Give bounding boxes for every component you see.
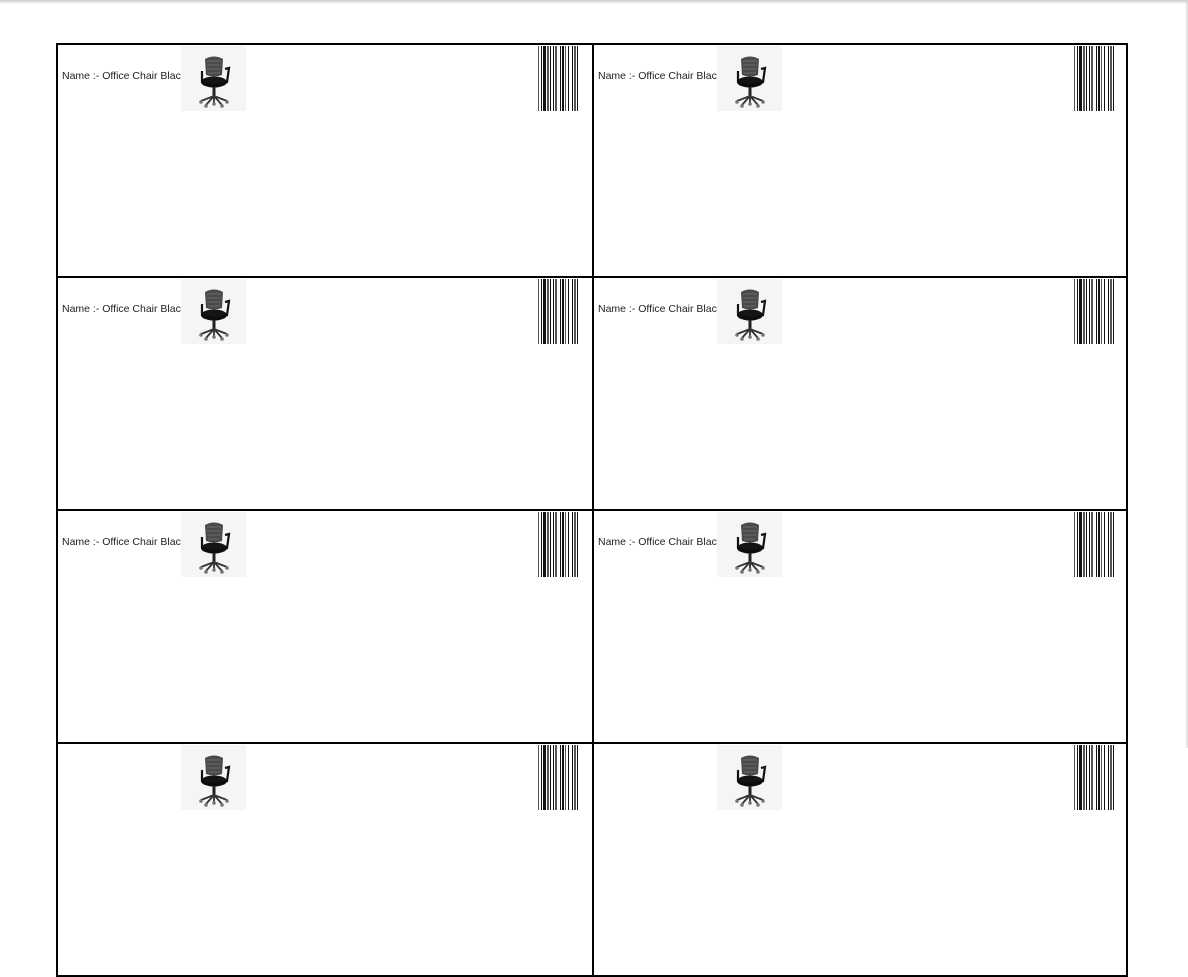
product-label bbox=[592, 742, 1128, 977]
office-chair-icon bbox=[181, 46, 246, 111]
office-chair-icon bbox=[717, 279, 782, 344]
barcode-icon bbox=[538, 46, 578, 111]
product-name: Name :- Office Chair Black bbox=[62, 70, 187, 82]
office-chair-icon bbox=[717, 512, 782, 577]
barcode-icon bbox=[1074, 512, 1114, 577]
office-chair-icon bbox=[181, 279, 246, 344]
office-chair-icon bbox=[181, 745, 246, 810]
barcode-icon bbox=[1074, 279, 1114, 344]
office-chair-icon bbox=[181, 512, 246, 577]
product-name: Name :- Office Chair Black bbox=[598, 303, 723, 315]
product-label: Name :- Office Chair Black bbox=[592, 509, 1128, 744]
barcode-icon bbox=[1074, 46, 1114, 111]
office-chair-icon bbox=[717, 745, 782, 810]
product-label bbox=[56, 742, 594, 977]
product-label: Name :- Office Chair Black bbox=[592, 276, 1128, 511]
product-label: Name :- Office Chair Black bbox=[56, 43, 594, 278]
barcode-icon bbox=[1074, 745, 1114, 810]
product-name: Name :- Office Chair Black bbox=[598, 536, 723, 548]
page-top-shadow bbox=[0, 0, 1188, 4]
product-name: Name :- Office Chair Black bbox=[62, 303, 187, 315]
product-label: Name :- Office Chair Black bbox=[56, 276, 594, 511]
product-name: Name :- Office Chair Black bbox=[62, 536, 187, 548]
product-label: Name :- Office Chair Black bbox=[56, 509, 594, 744]
office-chair-icon bbox=[717, 46, 782, 111]
label-sheet: Name :- Office Chair Black Name:- Offic… bbox=[56, 43, 1128, 977]
product-label: Name :- Office Chair Black bbox=[592, 43, 1128, 278]
barcode-icon bbox=[538, 745, 578, 810]
product-name: Name :- Office Chair Black bbox=[598, 70, 723, 82]
barcode-icon bbox=[538, 279, 578, 344]
barcode-icon bbox=[538, 512, 578, 577]
